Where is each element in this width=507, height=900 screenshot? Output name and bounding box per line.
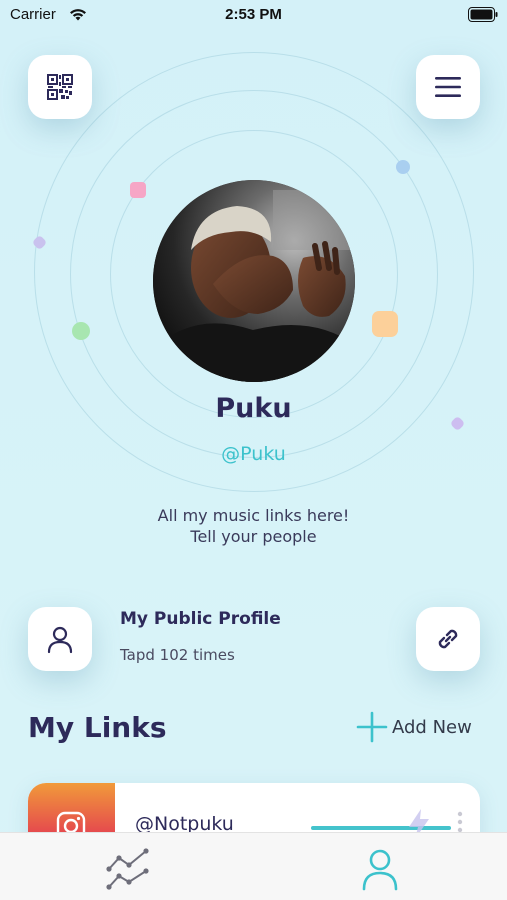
qr-code-button[interactable] bbox=[28, 55, 92, 119]
my-links-heading: My Links bbox=[28, 711, 167, 744]
profile-bio: All my music links here! Tell your peopl… bbox=[0, 505, 507, 547]
stats-icon bbox=[106, 848, 149, 890]
status-bar: Carrier 2:53 PM bbox=[0, 0, 507, 30]
avatar-photo bbox=[153, 180, 355, 382]
public-profile-tap-count: Tapd 102 times bbox=[120, 646, 235, 664]
battery-icon bbox=[468, 7, 498, 22]
profile-avatar[interactable] bbox=[153, 180, 355, 382]
clock: 2:53 PM bbox=[225, 6, 282, 23]
public-profile-button[interactable] bbox=[28, 607, 92, 671]
add-new-label: Add New bbox=[392, 716, 472, 738]
profile-handle[interactable]: @Puku bbox=[0, 443, 507, 465]
bio-line-2: Tell your people bbox=[190, 527, 317, 546]
menu-button[interactable] bbox=[416, 55, 480, 119]
share-link-button[interactable] bbox=[416, 607, 480, 671]
plus-icon bbox=[356, 711, 388, 743]
decor-pink-square bbox=[130, 182, 146, 198]
public-profile-title[interactable]: My Public Profile bbox=[120, 609, 281, 629]
bottom-tab-bar bbox=[0, 832, 507, 900]
bio-line-1: All my music links here! bbox=[157, 506, 350, 525]
decor-orange-square bbox=[372, 311, 398, 337]
hamburger-menu-icon bbox=[435, 77, 461, 97]
decor-blue-dot bbox=[396, 160, 410, 174]
more-options-icon[interactable] bbox=[456, 811, 464, 833]
add-new-link-button[interactable]: Add New bbox=[356, 711, 472, 743]
decor-green-dot bbox=[72, 322, 90, 340]
profile-screen: Carrier 2:53 PM Puku @Puku All my music … bbox=[0, 0, 507, 900]
link-icon bbox=[438, 629, 458, 649]
profile-icon bbox=[362, 849, 398, 891]
qr-code-icon bbox=[47, 74, 73, 100]
profile-tab[interactable] bbox=[358, 847, 402, 891]
profile-name: Puku bbox=[215, 393, 292, 424]
user-icon bbox=[47, 626, 73, 654]
stats-tab[interactable] bbox=[106, 847, 150, 891]
